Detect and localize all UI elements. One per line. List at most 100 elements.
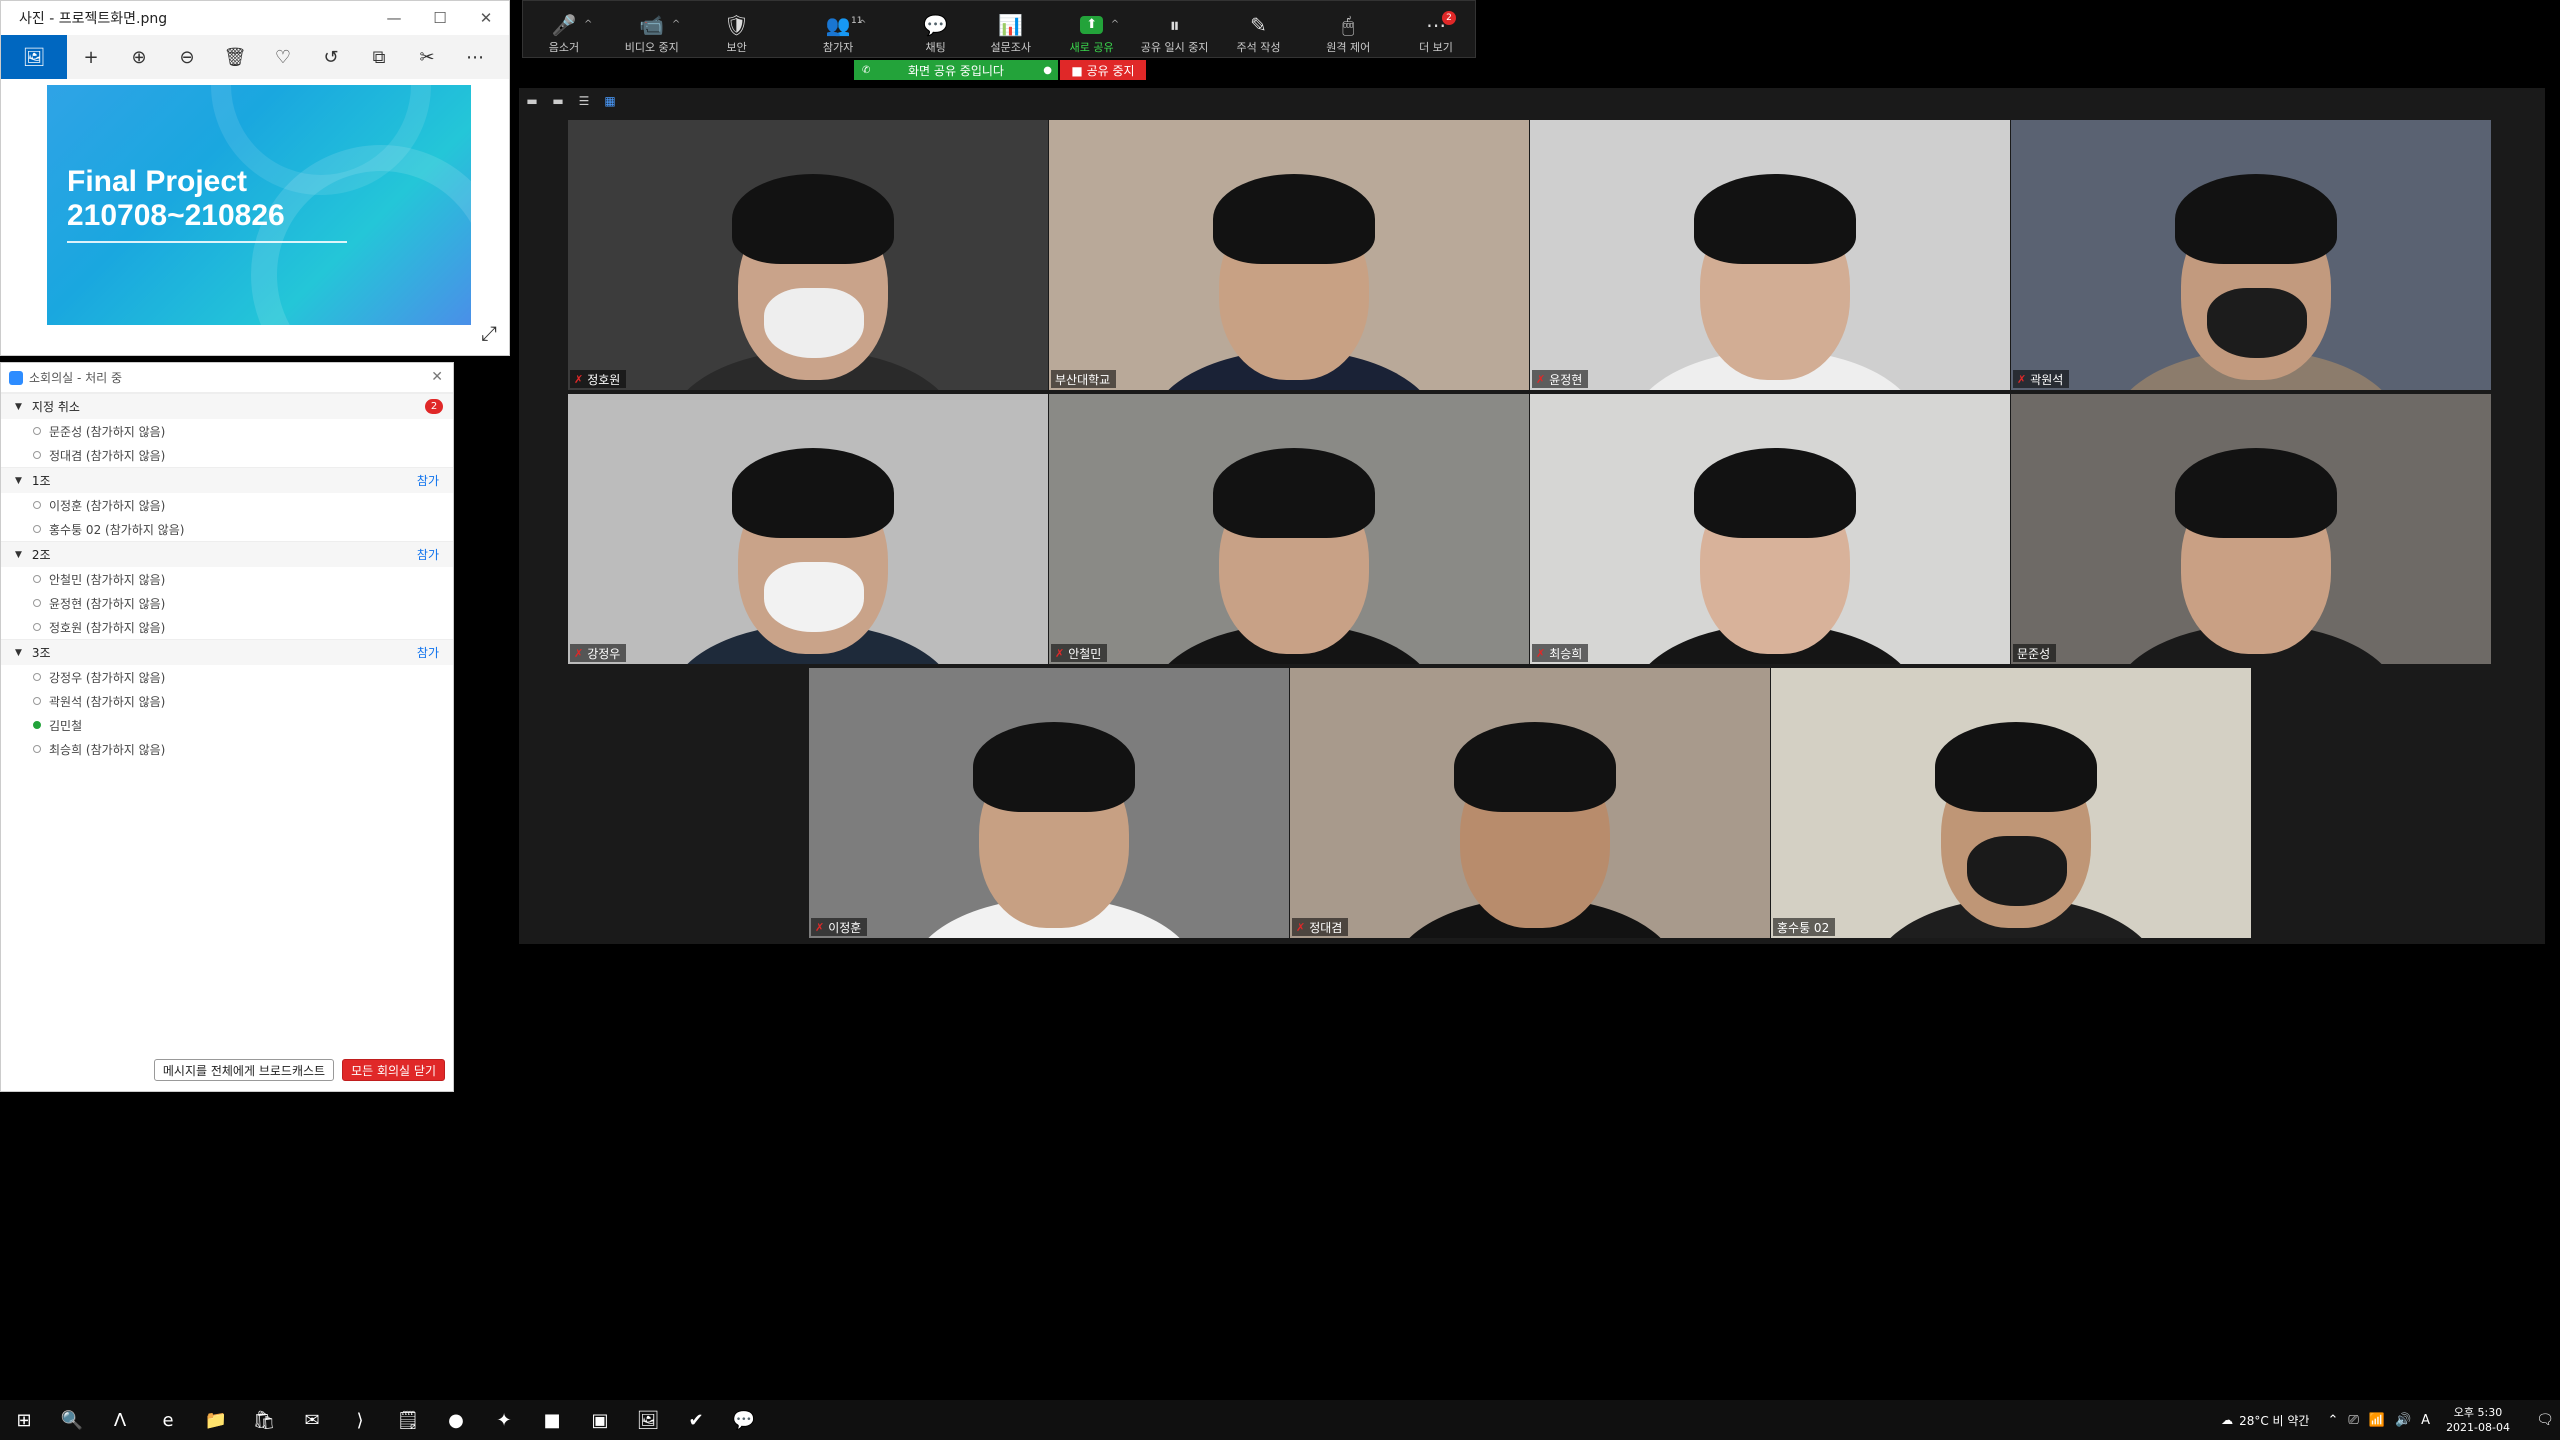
chevron-up-icon[interactable]: ^: [1111, 16, 1119, 34]
close-all-rooms-button[interactable]: 모든 회의실 닫기: [342, 1059, 445, 1081]
toolbar-button[interactable]: 🛡 보안: [699, 1, 775, 55]
participant-row[interactable]: 문준성 (참가하지 않음): [1, 419, 453, 443]
chevron-up-icon[interactable]: ^: [584, 13, 592, 37]
zoom-in-icon[interactable]: ⊕: [115, 35, 163, 79]
room-name: 1조: [31, 474, 51, 488]
toolbar-button[interactable]: ⬆ ^ 새로 공유: [1052, 1, 1132, 55]
close-button[interactable]: ✕: [463, 1, 509, 35]
participant-video-tile[interactable]: ✗ 곽원석: [2011, 120, 2491, 390]
edge-icon[interactable]: e: [144, 1400, 192, 1440]
app-icon[interactable]: ✦: [480, 1400, 528, 1440]
favorite-icon[interactable]: ♡: [259, 35, 307, 79]
toolbar-button[interactable]: 💬 채팅: [901, 1, 969, 55]
toolbar-button[interactable]: ⏸ 공유 일시 중지: [1132, 1, 1218, 55]
broadcast-button[interactable]: 메시지를 전체에게 브로드캐스트: [153, 1059, 335, 1081]
person-hair: [1694, 448, 1856, 538]
weather-widget[interactable]: ☁ 28°C 비 약간: [2221, 1412, 2309, 1429]
participant-row[interactable]: 홍수퉁 02 (참가하지 않음): [1, 517, 453, 541]
participant-row[interactable]: 윤정현 (참가하지 않음): [1, 591, 453, 615]
collapse-caret-icon[interactable]: ▼: [15, 476, 22, 486]
participant-video-tile[interactable]: ✗ 강정우: [568, 394, 1048, 664]
participant-video-tile[interactable]: ✗ 최승희: [1530, 394, 2010, 664]
toolbar-button[interactable]: 📹 ^ 비디오 중지: [605, 1, 699, 55]
gallery-view-icon[interactable]: ▦: [603, 94, 617, 108]
start-icon[interactable]: ⊞: [0, 1400, 48, 1440]
participant-video-tile[interactable]: ✗ 정대겸: [1290, 668, 1770, 938]
participant-video-tile[interactable]: ✗ 윤정현: [1530, 120, 2010, 390]
app-icon[interactable]: ✔: [672, 1400, 720, 1440]
mail-icon[interactable]: ✉: [288, 1400, 336, 1440]
side-view-icon[interactable]: ☰: [577, 94, 591, 108]
expand-icon[interactable]: ⤢: [481, 321, 497, 345]
toolbar-button[interactable]: ⋯ 2 더 보기: [1397, 1, 1475, 55]
store-icon[interactable]: 🛍: [240, 1400, 288, 1440]
toolbar-button[interactable]: 🖱 원격 제어: [1299, 1, 1397, 55]
status-dot-icon: [33, 697, 41, 705]
room-header[interactable]: ▼ 1조 참가: [1, 467, 453, 493]
add-icon[interactable]: +: [67, 35, 115, 79]
participant-row[interactable]: 곽원석 (참가하지 않음): [1, 689, 453, 713]
toolbar-button[interactable]: 🎤 ^ 음소거: [523, 1, 605, 55]
participant-video-tile[interactable]: 홍수퉁 02: [1771, 668, 2251, 938]
collapse-caret-icon[interactable]: ▼: [15, 402, 22, 412]
sticky-notes-icon[interactable]: ■: [528, 1400, 576, 1440]
join-room-link[interactable]: 참가: [417, 472, 439, 489]
edit-icon[interactable]: ✂: [403, 35, 451, 79]
participant-row[interactable]: 김민철: [1, 713, 453, 737]
stop-share-button[interactable]: ■ 공유 중지: [1060, 60, 1146, 80]
zoom-out-icon[interactable]: ⊖: [163, 35, 211, 79]
speaker-view-icon[interactable]: ▬: [551, 94, 565, 108]
participant-row[interactable]: 이정훈 (참가하지 않음): [1, 493, 453, 517]
network-icon[interactable]: 📶: [2369, 1413, 2385, 1428]
participant-row[interactable]: 정대겸 (참가하지 않음): [1, 443, 453, 467]
close-icon[interactable]: ✕: [431, 369, 443, 385]
chrome-icon[interactable]: ●: [432, 1400, 480, 1440]
chevron-up-icon[interactable]: ^: [672, 13, 680, 37]
toolbar-button[interactable]: ✎ 주석 작성: [1218, 1, 1300, 55]
notification-icon[interactable]: 🗨: [2530, 1412, 2560, 1428]
crop-icon[interactable]: ⧉: [355, 35, 403, 79]
toolbar-button[interactable]: 👥 11 ^ 참가자: [775, 1, 902, 55]
participant-video-tile[interactable]: ✗ 이정훈: [809, 668, 1289, 938]
notepad-icon[interactable]: 🗒: [384, 1400, 432, 1440]
more-icon[interactable]: ⋯: [451, 35, 499, 79]
toolbar-button[interactable]: 📊 설문조사: [970, 1, 1052, 55]
room-header[interactable]: ▼ 3조 참가: [1, 639, 453, 665]
toolbar-glyph: ⬆: [1086, 17, 1098, 32]
collapse-caret-icon[interactable]: ▼: [15, 648, 22, 658]
app-icon[interactable]: Λ: [96, 1400, 144, 1440]
kakaotalk-icon[interactable]: 💬: [720, 1400, 768, 1440]
participant-row[interactable]: 최승희 (참가하지 않음): [1, 737, 453, 761]
rotate-icon[interactable]: ↺: [307, 35, 355, 79]
room-header[interactable]: ▼ 2조 참가: [1, 541, 453, 567]
participant-row[interactable]: 안철민 (참가하지 않음): [1, 567, 453, 591]
participant-row[interactable]: 강정우 (참가하지 않음): [1, 665, 453, 689]
participant-video-tile[interactable]: 문준성: [2011, 394, 2491, 664]
status-dot-icon: [33, 623, 41, 631]
participant-row[interactable]: 정호원 (참가하지 않음): [1, 615, 453, 639]
chevron-up-icon[interactable]: ^: [858, 13, 866, 37]
collapse-caret-icon[interactable]: ▼: [15, 550, 22, 560]
room-header[interactable]: ▼ 지정 취소 2: [1, 393, 453, 419]
maximize-button[interactable]: ☐: [417, 1, 463, 35]
view-icon[interactable]: 🖼: [1, 35, 67, 79]
display-icon[interactable]: ⎚: [2348, 1413, 2358, 1428]
participant-video-tile[interactable]: ✗ 정호원: [568, 120, 1048, 390]
search-icon[interactable]: 🔍: [48, 1400, 96, 1440]
vscode-icon[interactable]: ⟩: [336, 1400, 384, 1440]
minimize-button[interactable]: —: [371, 1, 417, 35]
participant-video-tile[interactable]: 부산대학교: [1049, 120, 1529, 390]
photos-icon[interactable]: 🖼: [624, 1400, 672, 1440]
minimize-view-icon[interactable]: ▬: [525, 94, 539, 108]
zoom-icon[interactable]: ▣: [576, 1400, 624, 1440]
join-room-link[interactable]: 참가: [417, 644, 439, 661]
clock[interactable]: 오후 5:30 2021-08-04: [2446, 1405, 2510, 1435]
file-explorer-icon[interactable]: 📁: [192, 1400, 240, 1440]
show-hidden-icon[interactable]: ⌃: [2327, 1413, 2338, 1428]
photos-window[interactable]: 사진 - 프로젝트화면.png — ☐ ✕ 🖼 + ⊕ ⊖ 🗑 ♡ ↺ ⧉ ✂ …: [0, 0, 510, 356]
participant-video-tile[interactable]: ✗ 안철민: [1049, 394, 1529, 664]
delete-icon[interactable]: 🗑: [211, 35, 259, 79]
ime-icon[interactable]: A: [2421, 1413, 2430, 1428]
volume-icon[interactable]: 🔊: [2395, 1413, 2411, 1428]
join-room-link[interactable]: 참가: [417, 546, 439, 563]
